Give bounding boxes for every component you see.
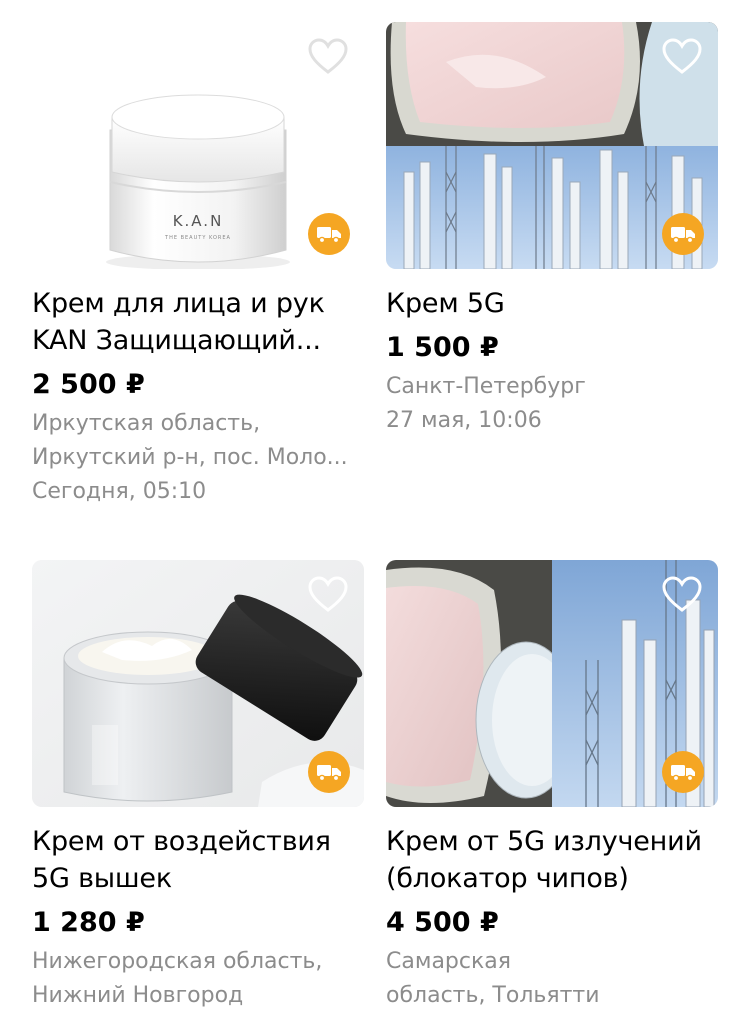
delivery-badge bbox=[308, 213, 350, 255]
title-line: (блокатор чипов) bbox=[386, 863, 629, 894]
location-line: Иркутский р-н, пос. Моло... bbox=[32, 445, 348, 470]
delivery-badge bbox=[662, 213, 704, 255]
listing-title[interactable]: Крем от воздействия 5G вышек bbox=[32, 823, 364, 897]
heart-outline-icon[interactable] bbox=[306, 574, 350, 614]
listing-price: 1 500 ₽ bbox=[386, 332, 499, 363]
location-line: Санкт-Петербург bbox=[386, 374, 586, 399]
listing-date: 27 мая, 10:06 bbox=[386, 408, 542, 433]
listing-photo[interactable] bbox=[32, 560, 364, 807]
truck-icon bbox=[317, 227, 341, 243]
delivery-badge bbox=[308, 751, 350, 793]
heart-outline-icon[interactable] bbox=[660, 36, 704, 76]
title-line: Крем от 5G излучений bbox=[386, 826, 702, 857]
listing-card[interactable]: K.A.N THE BEAUTY KOREA Крем для лица и р… bbox=[32, 22, 364, 509]
listing-card[interactable]: Крем 5G 1 500 ₽ Санкт-Петербург 27 мая, … bbox=[386, 22, 718, 438]
listing-price: 1 280 ₽ bbox=[32, 907, 145, 938]
location-line: Самарская bbox=[386, 949, 511, 974]
listing-date: Сегодня, 05:10 bbox=[32, 479, 207, 504]
delivery-badge bbox=[662, 751, 704, 793]
listing-photo[interactable] bbox=[386, 560, 718, 807]
title-line: Крем 5G bbox=[386, 288, 505, 319]
jar-subtitle-label: THE BEAUTY KOREA bbox=[164, 235, 231, 241]
listing-price: 2 500 ₽ bbox=[32, 369, 145, 400]
truck-icon bbox=[671, 227, 695, 243]
listing-location: Самарская область, Тольятти bbox=[386, 945, 718, 1013]
heart-outline-icon[interactable] bbox=[306, 36, 350, 76]
location-line: область, Тольятти bbox=[386, 983, 600, 1008]
listing-title[interactable]: Крем для лица и рук KAN Защищающий... bbox=[32, 285, 364, 359]
listing-photo[interactable] bbox=[386, 22, 718, 269]
listing-location: Иркутская область, Иркутский р-н, пос. М… bbox=[32, 407, 364, 509]
listing-photo[interactable]: K.A.N THE BEAUTY KOREA bbox=[32, 22, 364, 269]
title-line: KAN Защищающий... bbox=[32, 325, 321, 356]
truck-icon bbox=[317, 765, 341, 781]
title-line: Крем от воздействия bbox=[32, 826, 331, 857]
listing-location: Нижегородская область, Нижний Новгород bbox=[32, 945, 364, 1013]
location-line: Нижегородская область, bbox=[32, 949, 323, 974]
location-line: Иркутская область, bbox=[32, 411, 261, 436]
location-line: Нижний Новгород bbox=[32, 983, 244, 1008]
listing-card[interactable]: Крем от 5G излучений (блокатор чипов) 4 … bbox=[386, 560, 718, 1013]
title-line: Крем для лица и рук bbox=[32, 288, 325, 319]
listing-location: Санкт-Петербург 27 мая, 10:06 bbox=[386, 370, 718, 438]
listing-title[interactable]: Крем 5G bbox=[386, 285, 718, 322]
listing-card[interactable]: Крем от воздействия 5G вышек 1 280 ₽ Ниж… bbox=[32, 560, 364, 1013]
listing-price: 4 500 ₽ bbox=[386, 907, 499, 938]
listing-title[interactable]: Крем от 5G излучений (блокатор чипов) bbox=[386, 823, 718, 897]
truck-icon bbox=[671, 765, 695, 781]
title-line: 5G вышек bbox=[32, 863, 172, 894]
heart-outline-icon[interactable] bbox=[660, 574, 704, 614]
jar-brand-label: K.A.N bbox=[173, 212, 224, 230]
